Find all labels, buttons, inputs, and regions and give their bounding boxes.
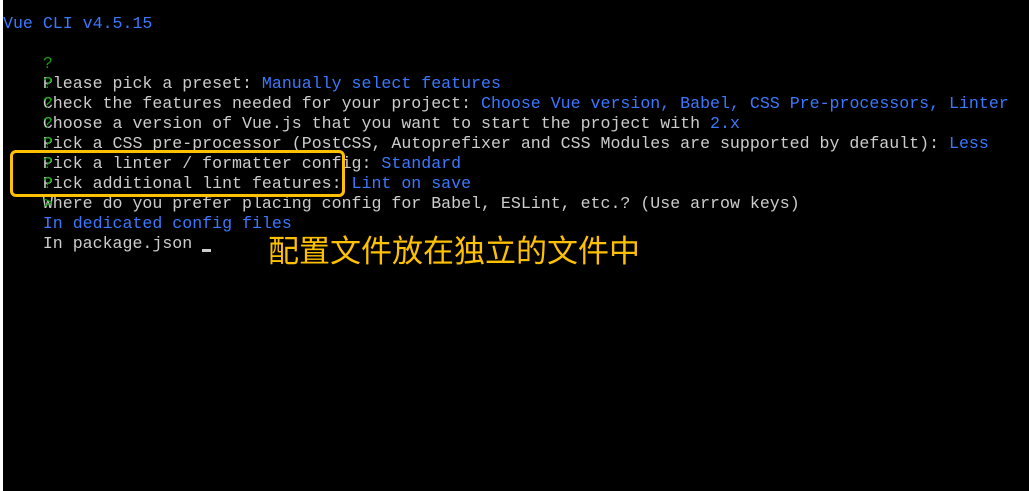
version-line: Vue CLI v4.5.15 — [3, 14, 153, 33]
prompt-answer: 2.x — [710, 114, 740, 133]
answered-prompt-features: ? Check the features needed for your pro… — [3, 54, 1009, 113]
option-package-json[interactable]: In package.json — [3, 194, 212, 253]
cursor-icon — [202, 249, 212, 252]
annotation-text: 配置文件放在独立的文件中 — [268, 234, 640, 270]
option-label: In package.json — [42, 234, 193, 253]
option-label: In dedicated config files — [42, 214, 292, 233]
answered-prompt-vue-version: ? Choose a version of Vue.js that you wa… — [3, 74, 740, 133]
prompt-answer: Lint on save — [351, 174, 472, 193]
option-indent — [43, 214, 53, 233]
terminal-window[interactable]: Vue CLI v4.5.15 ? Please pick a preset: … — [3, 0, 1029, 491]
answered-prompt-linter: ? Pick a linter / formatter config: Stan… — [3, 114, 461, 173]
highlight-box — [10, 150, 345, 197]
answered-prompt-preset: ? Please pick a preset: Manually select … — [3, 34, 501, 93]
prompt-answer: Less — [949, 134, 989, 153]
answered-prompt-css-preprocessor: ? Pick a CSS pre-processor (PostCSS, Aut… — [3, 94, 989, 153]
prompt-hint: (Use arrow keys) — [640, 194, 800, 213]
